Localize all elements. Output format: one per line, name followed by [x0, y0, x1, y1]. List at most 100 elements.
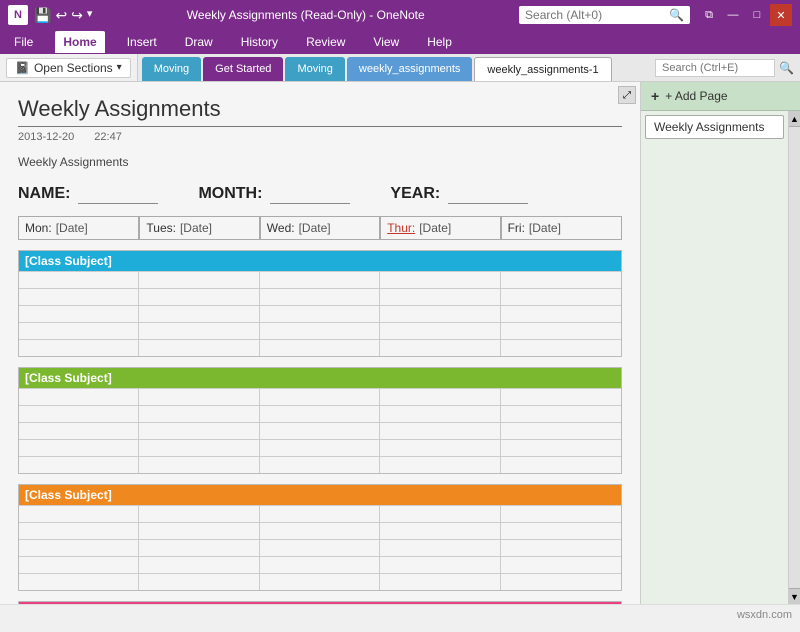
cell[interactable] — [260, 457, 380, 473]
cell[interactable] — [19, 340, 139, 356]
scroll-up-btn[interactable]: ▲ — [789, 111, 800, 127]
page-search-input[interactable] — [655, 59, 775, 77]
cell[interactable] — [501, 557, 621, 573]
cell[interactable] — [139, 557, 259, 573]
cell[interactable] — [139, 340, 259, 356]
cell[interactable] — [19, 557, 139, 573]
cell[interactable] — [19, 423, 139, 439]
cell[interactable] — [19, 440, 139, 456]
cell[interactable] — [260, 506, 380, 522]
ribbon-tab-draw[interactable]: Draw — [179, 33, 219, 51]
cell[interactable] — [501, 506, 621, 522]
cell[interactable] — [260, 289, 380, 305]
cell[interactable] — [501, 423, 621, 439]
ribbon-tab-history[interactable]: History — [235, 33, 284, 51]
cell[interactable] — [501, 272, 621, 288]
cell[interactable] — [260, 523, 380, 539]
cell[interactable] — [380, 323, 500, 339]
search-icon[interactable]: 🔍 — [669, 8, 684, 22]
cell[interactable] — [139, 440, 259, 456]
cell[interactable] — [19, 306, 139, 322]
cell[interactable] — [380, 540, 500, 556]
page-search-icon[interactable]: 🔍 — [779, 61, 794, 75]
search-input[interactable] — [525, 8, 665, 22]
tab-weekly-assignments-1[interactable]: weekly_assignments-1 — [474, 57, 611, 81]
cell[interactable] — [260, 406, 380, 422]
cell[interactable] — [260, 540, 380, 556]
cell[interactable] — [260, 272, 380, 288]
close-btn[interactable]: ✕ — [770, 4, 792, 26]
ribbon-tab-insert[interactable]: Insert — [121, 33, 163, 51]
cell[interactable] — [380, 557, 500, 573]
tab-moving1[interactable]: Moving — [142, 57, 201, 81]
minimize-btn[interactable]: — — [722, 4, 744, 26]
tab-weekly-assignments[interactable]: weekly_assignments — [347, 57, 473, 81]
tab-get-started[interactable]: Get Started — [203, 57, 283, 81]
cell[interactable] — [380, 389, 500, 405]
scroll-down-btn[interactable]: ▼ — [789, 588, 800, 604]
cell[interactable] — [380, 406, 500, 422]
cell[interactable] — [501, 306, 621, 322]
cell[interactable] — [380, 340, 500, 356]
cell[interactable] — [19, 289, 139, 305]
cell[interactable] — [139, 506, 259, 522]
cell[interactable] — [501, 406, 621, 422]
cell[interactable] — [139, 323, 259, 339]
tab-moving2[interactable]: Moving — [285, 57, 344, 81]
cell[interactable] — [139, 406, 259, 422]
cell[interactable] — [380, 272, 500, 288]
cell[interactable] — [501, 574, 621, 590]
cell[interactable] — [139, 389, 259, 405]
cell[interactable] — [501, 440, 621, 456]
cell[interactable] — [380, 289, 500, 305]
cell[interactable] — [19, 389, 139, 405]
cell[interactable] — [19, 506, 139, 522]
cell[interactable] — [19, 523, 139, 539]
cell[interactable] — [260, 440, 380, 456]
cell[interactable] — [260, 340, 380, 356]
cell[interactable] — [19, 272, 139, 288]
cell[interactable] — [19, 406, 139, 422]
ribbon-tab-view[interactable]: View — [367, 33, 405, 51]
cell[interactable] — [380, 440, 500, 456]
cell[interactable] — [139, 540, 259, 556]
cell[interactable] — [139, 272, 259, 288]
cell[interactable] — [380, 423, 500, 439]
cell[interactable] — [501, 323, 621, 339]
cell[interactable] — [501, 457, 621, 473]
expand-btn[interactable]: ⤢ — [618, 86, 636, 104]
cell[interactable] — [501, 523, 621, 539]
name-value[interactable] — [78, 185, 158, 204]
cell[interactable] — [260, 423, 380, 439]
cell[interactable] — [380, 457, 500, 473]
cell[interactable] — [380, 574, 500, 590]
maximize-btn[interactable]: □ — [746, 4, 768, 26]
cell[interactable] — [260, 323, 380, 339]
cell[interactable] — [501, 540, 621, 556]
cell[interactable] — [19, 574, 139, 590]
ribbon-tab-review[interactable]: Review — [300, 33, 351, 51]
year-value[interactable] — [448, 185, 528, 204]
cell[interactable] — [139, 574, 259, 590]
cell[interactable] — [380, 306, 500, 322]
add-page-btn[interactable]: + + Add Page — [641, 82, 800, 111]
cell[interactable] — [380, 523, 500, 539]
save-icon[interactable]: 💾 — [34, 7, 51, 24]
ribbon-tab-help[interactable]: Help — [421, 33, 458, 51]
pages-list-item[interactable]: Weekly Assignments — [645, 115, 784, 139]
title-search-box[interactable]: 🔍 — [519, 6, 690, 24]
cell[interactable] — [260, 306, 380, 322]
undo-icon[interactable]: ↩ — [55, 7, 67, 24]
restore-icon[interactable]: ⧉ — [698, 4, 720, 26]
cell[interactable] — [260, 389, 380, 405]
cell[interactable] — [139, 289, 259, 305]
month-value[interactable] — [270, 185, 350, 204]
cell[interactable] — [139, 306, 259, 322]
cell[interactable] — [19, 540, 139, 556]
cell[interactable] — [139, 457, 259, 473]
redo-icon[interactable]: ↪ — [71, 7, 83, 24]
cell[interactable] — [260, 557, 380, 573]
open-sections-btn[interactable]: 📓 Open Sections ▾ — [6, 58, 131, 78]
ribbon-tab-home[interactable]: Home — [55, 31, 104, 53]
cell[interactable] — [501, 289, 621, 305]
